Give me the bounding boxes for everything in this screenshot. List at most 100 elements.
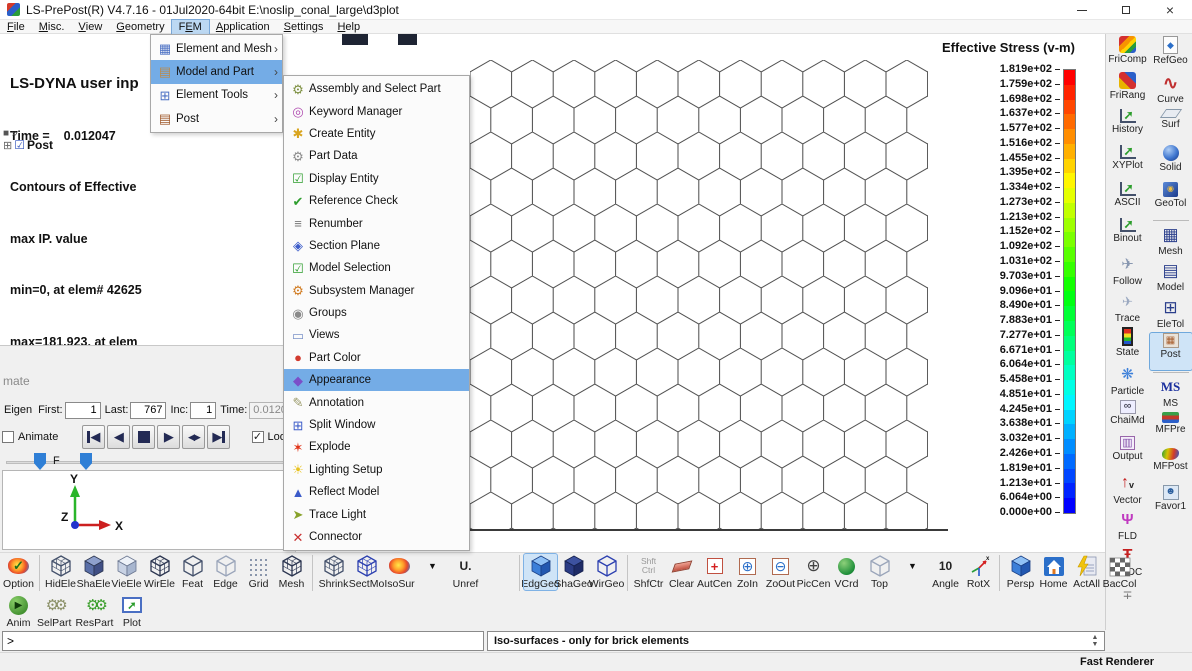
toolbar-top[interactable]: Top bbox=[863, 554, 896, 590]
toolbar-autcen[interactable]: + AutCen bbox=[697, 554, 732, 590]
toolbar-persp[interactable]: Persp bbox=[1004, 554, 1037, 590]
loop-checkbox[interactable]: ✓ bbox=[251, 431, 264, 443]
sidebar-item-refgeo[interactable]: RefGeo bbox=[1150, 36, 1192, 72]
toolbar-home[interactable]: Home bbox=[1037, 554, 1070, 590]
frame-slider-track[interactable] bbox=[6, 461, 290, 464]
toolbar-mesh[interactable]: Mesh bbox=[275, 554, 308, 590]
menu-item-reflect-model[interactable]: ▲ Reflect Model bbox=[284, 481, 469, 503]
menu-item-connector[interactable]: ✕ Connector bbox=[284, 526, 469, 548]
menu-item-display-entity[interactable]: ☑ Display Entity bbox=[284, 168, 469, 190]
spinner-up-icon[interactable]: ▲ bbox=[1092, 634, 1099, 641]
menu-item-create-entity[interactable]: ✱ Create Entity bbox=[284, 123, 469, 145]
toolbar-grid[interactable]: Grid bbox=[242, 554, 275, 590]
message-spinner[interactable]: ▲ ▼ bbox=[1089, 633, 1101, 649]
sidebar-item-geotol[interactable]: GeoTol bbox=[1150, 181, 1192, 218]
toolbar-option[interactable]: Option bbox=[2, 554, 35, 590]
sidebar-item-favor1[interactable]: Favor1 bbox=[1150, 484, 1192, 521]
toolbar-baccol[interactable]: BacCol bbox=[1103, 554, 1136, 590]
sidebar-item-frirang[interactable]: FriRang bbox=[1107, 72, 1149, 108]
sidebar-item-ascii[interactable]: ASCII bbox=[1107, 181, 1149, 218]
sidebar-item-particle[interactable]: Particle bbox=[1107, 364, 1149, 400]
tree-plus-icon[interactable]: ⊞ bbox=[3, 139, 12, 152]
tree-item-post[interactable]: ⊞ ☑ Post bbox=[3, 138, 53, 152]
toolbar-dropdown[interactable]: ▼ bbox=[896, 554, 929, 578]
toolbar-sectmo[interactable]: SectMo bbox=[349, 554, 384, 590]
toolbar-piccen[interactable]: ⊕ PicCen bbox=[797, 554, 831, 590]
menu-item-groups[interactable]: ◉ Groups bbox=[284, 302, 469, 324]
sidebar-item-fricomp[interactable]: FriComp bbox=[1107, 36, 1149, 72]
menu-item-trace-light[interactable]: ➤ Trace Light bbox=[284, 503, 469, 525]
sidebar-item-mfpre[interactable]: MFPre bbox=[1150, 411, 1192, 448]
toolbar-wirele[interactable]: WirEle bbox=[143, 554, 176, 590]
sidebar-item-binout[interactable]: Binout bbox=[1107, 217, 1149, 254]
menu-view[interactable]: View bbox=[71, 20, 109, 34]
menu-item-assembly-and-select-part[interactable]: ⚙ Assembly and Select Part bbox=[284, 78, 469, 100]
toolbar-angle[interactable]: 10 Angle bbox=[929, 554, 962, 590]
command-input[interactable] bbox=[2, 631, 484, 651]
toolbar-plot[interactable]: Plot bbox=[115, 593, 148, 629]
menu-item-model-selection[interactable]: ☑ Model Selection bbox=[284, 257, 469, 279]
menu-settings[interactable]: Settings bbox=[277, 20, 331, 34]
menu-item-annotation[interactable]: ✎ Annotation bbox=[284, 391, 469, 413]
sidebar-item-chaimd[interactable]: ChaiMd bbox=[1107, 399, 1149, 436]
first-frame-button[interactable]: ◀ bbox=[82, 425, 106, 449]
menu-item-reference-check[interactable]: ✔ Reference Check bbox=[284, 190, 469, 212]
toolbar-clear[interactable]: Clear bbox=[665, 554, 698, 590]
sidebar-item-surf[interactable]: Surf bbox=[1150, 108, 1192, 145]
menu-item-renumber[interactable]: ≡ Renumber bbox=[284, 212, 469, 234]
toolbar-shrink[interactable]: Shrink bbox=[317, 554, 350, 590]
menu-item-keyword-manager[interactable]: ◎ Keyword Manager bbox=[284, 100, 469, 122]
toolbar-unref[interactable]: U. Unref bbox=[449, 554, 482, 590]
slider-thumb-left[interactable] bbox=[34, 453, 46, 470]
toolbar-shaele[interactable]: ShaEle bbox=[77, 554, 110, 590]
menu-misc[interactable]: Misc. bbox=[32, 20, 72, 34]
sidebar-item-curve[interactable]: Curve bbox=[1150, 72, 1192, 108]
sidebar-item-ms[interactable]: MS bbox=[1150, 376, 1192, 412]
toolbar-selpart[interactable]: ⚙⚙ SelPart bbox=[35, 593, 73, 629]
animate-checkbox[interactable] bbox=[2, 431, 14, 443]
toolbar-wirgeo[interactable]: WirGeo bbox=[589, 554, 624, 590]
slider-thumb-right[interactable] bbox=[80, 453, 92, 470]
sidebar-item-post[interactable]: Post bbox=[1148, 332, 1192, 371]
first-input[interactable] bbox=[64, 401, 101, 419]
close-button[interactable]: × bbox=[1148, 0, 1192, 20]
sidebar-item-state[interactable]: State bbox=[1107, 327, 1149, 363]
toolbar-hidele[interactable]: HidEle bbox=[44, 554, 77, 590]
menu-item-part-data[interactable]: ⚙ Part Data bbox=[284, 145, 469, 167]
toolbar-edggeo[interactable]: EdgGeo bbox=[521, 553, 560, 591]
sidebar-item-mesh[interactable]: Mesh bbox=[1150, 224, 1192, 260]
sidebar-item-history[interactable]: History bbox=[1107, 108, 1149, 145]
toolbar-vieele[interactable]: VieEle bbox=[110, 554, 143, 590]
last-input[interactable] bbox=[130, 401, 167, 419]
sidebar-item-model[interactable]: Model bbox=[1150, 260, 1192, 296]
menu-help[interactable]: Help bbox=[330, 20, 367, 34]
menu-item-model-and-part[interactable]: ▤ Model and Part › bbox=[151, 60, 282, 84]
toolbar-edge[interactable]: Edge bbox=[209, 554, 242, 590]
menu-item-subsystem-manager[interactable]: ⚙ Subsystem Manager bbox=[284, 280, 469, 302]
sidebar-item-vector[interactable]: Vector bbox=[1107, 473, 1149, 509]
viewport-tab[interactable] bbox=[342, 34, 368, 45]
toolbar-respart[interactable]: ⚙⚙ ResPart bbox=[73, 593, 115, 629]
sidebar-item-fld[interactable]: FLD bbox=[1107, 509, 1149, 545]
sidebar-item-solid[interactable]: Solid bbox=[1150, 145, 1192, 181]
toolbar-shfctr[interactable]: Shft Ctrl ShfCtr bbox=[632, 554, 665, 591]
menu-file[interactable]: File bbox=[0, 20, 32, 34]
menu-item-element-tools[interactable]: ⊞ Element Tools › bbox=[151, 84, 282, 107]
menu-item-views[interactable]: ▭ Views bbox=[284, 324, 469, 346]
menu-geometry[interactable]: Geometry bbox=[109, 20, 171, 34]
bounce-button[interactable]: ◀▶ bbox=[182, 425, 206, 449]
inc-input[interactable] bbox=[190, 401, 217, 419]
menu-item-lighting-setup[interactable]: ☀ Lighting Setup bbox=[284, 459, 469, 481]
menu-item-part-color[interactable]: ● Part Color bbox=[284, 347, 469, 369]
viewport-tab[interactable] bbox=[398, 34, 417, 45]
toolbar-zoin[interactable]: ⊕ ZoIn bbox=[731, 554, 764, 590]
sidebar-item-follow[interactable]: Follow bbox=[1107, 254, 1149, 290]
sidebar-item-trace[interactable]: Trace bbox=[1107, 291, 1149, 327]
menu-item-element-and-mesh[interactable]: ▦ Element and Mesh › bbox=[151, 37, 282, 60]
toolbar-rotx[interactable]: RotX bbox=[962, 554, 995, 590]
toolbar-dropdown[interactable]: ▼ bbox=[416, 554, 449, 578]
toolbar-feat[interactable]: Feat bbox=[176, 554, 209, 590]
play-forward-button[interactable]: ▶ bbox=[157, 425, 181, 449]
post-checkbox-icon[interactable]: ☑ bbox=[14, 138, 25, 152]
menu-item-explode[interactable]: ✶ Explode bbox=[284, 436, 469, 458]
